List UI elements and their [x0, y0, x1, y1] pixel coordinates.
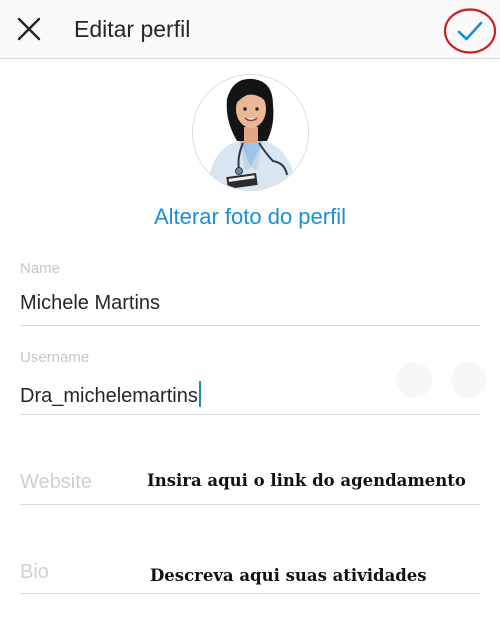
website-input[interactable]: Website — [20, 471, 92, 494]
username-input[interactable]: Dra_michelemartins — [20, 381, 201, 408]
doctor-avatar-illustration — [193, 75, 308, 190]
close-button[interactable] — [14, 14, 44, 44]
username-value: Dra_michelemartins — [20, 385, 198, 407]
close-icon — [17, 17, 41, 41]
name-label: Name — [20, 260, 61, 277]
checkmark-icon — [443, 8, 497, 54]
bio-underline — [20, 593, 480, 594]
username-label: Username — [20, 349, 90, 366]
profile-avatar[interactable] — [192, 74, 309, 191]
name-input[interactable]: Michele Martins — [20, 292, 160, 315]
bio-annotation: Descreva aqui suas atividades — [150, 566, 427, 585]
save-button[interactable] — [443, 6, 497, 54]
change-profile-photo-link[interactable]: Alterar foto do perfil — [0, 204, 500, 230]
app-header: Editar perfil — [0, 0, 500, 59]
name-underline — [20, 325, 480, 326]
website-underline — [20, 504, 480, 505]
bio-input[interactable]: Bio — [20, 561, 49, 584]
text-cursor — [198, 381, 201, 407]
website-annotation: Insira aqui o link do agendamento — [147, 471, 466, 490]
page-title: Editar perfil — [74, 16, 191, 42]
faded-circle-shape — [396, 362, 432, 398]
faded-circle-shape — [451, 362, 487, 398]
username-underline — [20, 414, 480, 415]
